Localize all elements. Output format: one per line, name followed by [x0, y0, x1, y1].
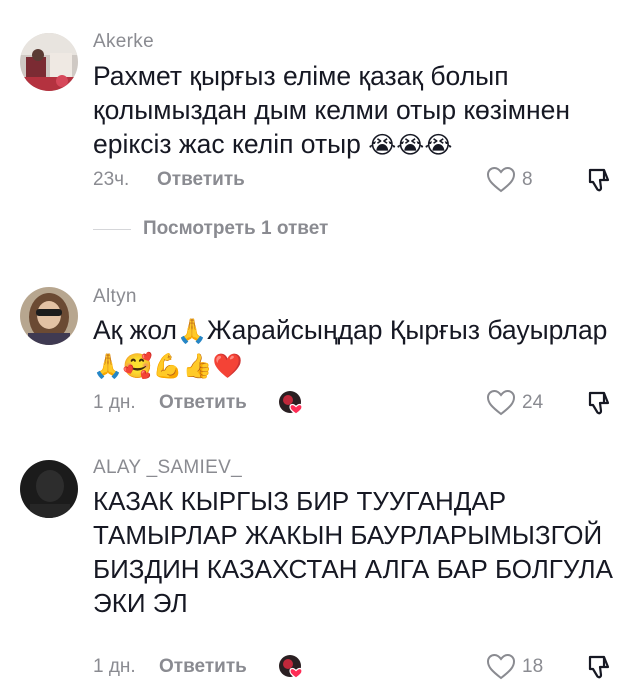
reply-button[interactable]: Ответить: [159, 388, 247, 418]
comment-username[interactable]: ALAY _SAMIEV_: [93, 457, 242, 479]
comment-text: Рахмет қырғыз еліме қазақ болып қолымызд…: [93, 59, 613, 162]
heart-outline-icon: [486, 653, 516, 680]
comment-time: 1 дн.: [93, 656, 136, 677]
comments-list: Akerke Рахмет қырғыз еліме қазақ болып қ…: [0, 0, 633, 700]
reply-button[interactable]: Ответить: [159, 652, 247, 682]
comment-meta: 23ч. Ответить 8: [93, 165, 613, 195]
like-count: 18: [522, 656, 544, 677]
avatar[interactable]: [20, 287, 78, 345]
pray-emoji: 🙏: [176, 317, 207, 345]
comment-username[interactable]: Altyn: [93, 286, 137, 308]
emoji-group: 🙏🥰💪👍❤️: [93, 352, 243, 380]
comment-meta: 1 дн. Ответить 18: [93, 652, 613, 682]
comment-time: 1 дн.: [93, 392, 136, 413]
comment-body-part1: Ақ жол: [93, 315, 177, 345]
heart-outline-icon: [486, 166, 516, 193]
divider-line: [93, 228, 131, 230]
like-count: 8: [522, 169, 533, 190]
comment-body: Рахмет қырғыз еліме қазақ болып қолымызд…: [93, 61, 571, 159]
comment-text: Ақ жол🙏Жарайсыңдар Қырғыз бауырлар 🙏🥰💪👍❤️: [93, 313, 613, 383]
comment-text: КАЗАК КЫРГЫЗ БИР ТУУГАНДАР ТАМЫРЛАР ЖАКЫ…: [93, 486, 613, 618]
dislike-icon[interactable]: [585, 389, 613, 417]
crying-emoji-group: 😭😭😭: [368, 131, 453, 159]
like-count: 24: [522, 392, 544, 413]
comment-meta: 1 дн. Ответить 24: [93, 388, 613, 418]
dislike-icon[interactable]: [585, 653, 613, 681]
comment-time: 23ч.: [93, 169, 130, 190]
reply-button[interactable]: Ответить: [157, 165, 245, 195]
like-button[interactable]: 8: [486, 165, 533, 195]
heart-outline-icon: [486, 389, 516, 416]
comment-body-part2: Жарайсыңдар Қырғыз бауырлар: [206, 315, 608, 345]
comment-username[interactable]: Akerke: [93, 31, 154, 53]
view-replies-button[interactable]: Посмотреть 1 ответ: [93, 214, 328, 244]
view-replies-label: Посмотреть 1 ответ: [143, 218, 329, 239]
creator-liked-icon: [279, 391, 303, 415]
avatar[interactable]: [20, 460, 78, 518]
avatar[interactable]: [20, 33, 78, 91]
dislike-icon[interactable]: [585, 166, 613, 194]
like-button[interactable]: 18: [486, 652, 543, 682]
creator-liked-icon: [279, 655, 303, 679]
like-button[interactable]: 24: [486, 388, 543, 418]
